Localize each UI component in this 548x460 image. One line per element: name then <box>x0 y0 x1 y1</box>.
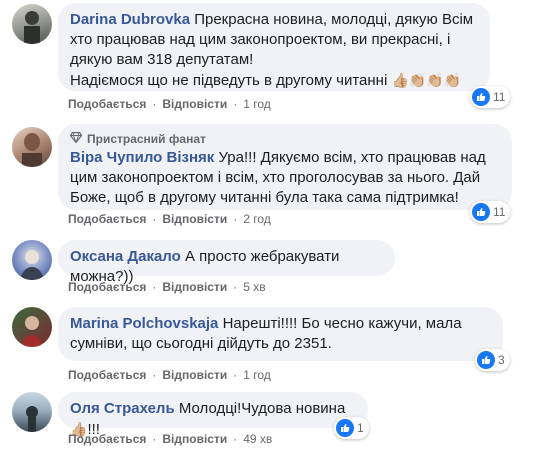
comment-time[interactable]: 49 хв <box>243 432 272 446</box>
comment-time[interactable]: 5 хв <box>243 280 265 294</box>
comment-author[interactable]: Оля Страхель <box>70 400 175 417</box>
reaction-count-value: 11 <box>493 205 506 219</box>
like-icon <box>477 351 495 369</box>
badge-label: Пристрасний фанат <box>87 132 206 146</box>
reaction-count-value: 3 <box>498 353 505 367</box>
reply-link[interactable]: Відповісти <box>162 212 227 226</box>
avatar[interactable] <box>12 307 52 347</box>
comment-time[interactable]: 1 год <box>243 368 271 382</box>
comment-author[interactable]: Darina Dubrovka <box>70 11 190 28</box>
comment-actions: Подобається · Відповісти · 1 год <box>68 97 271 111</box>
diamond-icon <box>69 131 83 147</box>
comment-actions: Подобається · Відповісти · 2 год <box>68 212 271 226</box>
comment-actions: Подобається · Відповісти · 1 год <box>68 368 271 382</box>
reply-link[interactable]: Відповісти <box>162 280 227 294</box>
comment-author[interactable]: Оксана Дакало <box>70 248 181 265</box>
dot-separator: · <box>233 280 238 294</box>
comment-text: Молодці!Чудова новина <box>178 400 346 417</box>
like-link[interactable]: Подобається <box>68 432 146 446</box>
comment-actions: Подобається · Відповісти · 49 хв <box>68 432 272 446</box>
comment-bubble: Darina Dubrovka Прекрасна новина, молодц… <box>58 3 490 91</box>
like-icon <box>472 203 490 221</box>
reaction-count[interactable]: 3 <box>475 349 510 371</box>
clapping-hands-emoji: 👍🏼👏🏼👏🏼👏🏼 <box>391 72 462 88</box>
reaction-count-value: 11 <box>493 90 506 104</box>
reply-link[interactable]: Відповісти <box>162 432 227 446</box>
dot-separator: · <box>233 432 238 446</box>
dot-separator: · <box>152 212 157 226</box>
comment-bubble: Оксана Дакало А просто жебракувати можна… <box>58 240 395 285</box>
like-link[interactable]: Подобається <box>68 212 146 226</box>
reaction-count[interactable]: 11 <box>470 201 511 223</box>
like-link[interactable]: Подобається <box>68 368 146 382</box>
comment-time[interactable]: 2 год <box>243 212 271 226</box>
avatar[interactable] <box>12 392 52 432</box>
dot-separator: · <box>152 368 157 382</box>
like-link[interactable]: Подобається <box>68 97 146 111</box>
avatar[interactable] <box>12 127 52 167</box>
like-icon <box>336 419 354 437</box>
comment-time[interactable]: 1 год <box>243 97 271 111</box>
reaction-count[interactable]: 11 <box>470 86 511 108</box>
comment-author[interactable]: Marina Polchovskaja <box>70 315 218 332</box>
reply-link[interactable]: Відповісти <box>162 97 227 111</box>
dot-separator: · <box>152 280 157 294</box>
avatar[interactable] <box>12 4 52 44</box>
dot-separator: · <box>152 97 157 111</box>
reaction-count[interactable]: 1 <box>334 417 369 439</box>
reply-link[interactable]: Відповісти <box>162 368 227 382</box>
dot-separator: · <box>233 368 238 382</box>
dot-separator: · <box>152 432 157 446</box>
like-link[interactable]: Подобається <box>68 280 146 294</box>
reaction-count-value: 1 <box>357 421 364 435</box>
dot-separator: · <box>233 212 238 226</box>
comment-bubble: Marina Polchovskaja Нарешті!!!! Бо чесно… <box>58 307 503 361</box>
avatar[interactable] <box>12 240 52 280</box>
dot-separator: · <box>233 97 238 111</box>
comment-text-line2: Надіємося що не підведуть в другому чита… <box>70 72 388 89</box>
comment-bubble: Оля Страхель Молодці!Чудова новина👍🏼!!! <box>58 392 368 438</box>
comment-bubble: Пристрасний фанат Віра Чупило Візняк Ура… <box>58 124 512 210</box>
like-icon <box>472 88 490 106</box>
top-fan-badge: Пристрасний фанат <box>69 131 500 147</box>
comment-author[interactable]: Віра Чупило Візняк <box>70 149 214 166</box>
comment-actions: Подобається · Відповісти · 5 хв <box>68 280 266 294</box>
